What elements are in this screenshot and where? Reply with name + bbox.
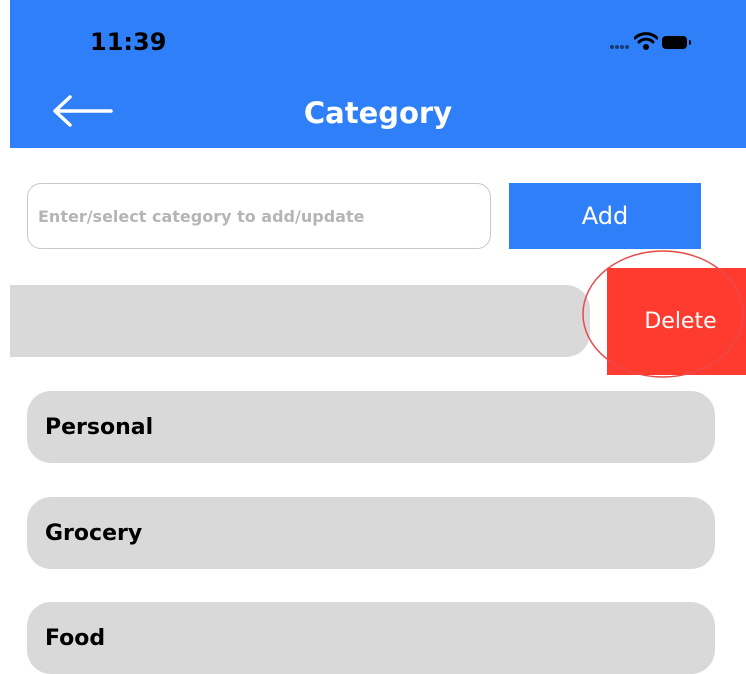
- cellular-signal-icon: [610, 45, 630, 51]
- page-title: Category: [303, 96, 453, 130]
- swiped-list-item[interactable]: [10, 285, 590, 357]
- add-button[interactable]: Add: [509, 183, 701, 249]
- wifi-icon: [634, 32, 658, 50]
- delete-button[interactable]: Delete: [607, 268, 746, 375]
- battery-icon: [662, 36, 691, 49]
- list-item-grocery[interactable]: Grocery: [27, 497, 715, 569]
- app-bar: 11:39 Category: [10, 0, 746, 148]
- status-time: 11:39: [90, 28, 167, 56]
- list-item-personal[interactable]: Personal: [27, 391, 715, 463]
- list-item-food[interactable]: Food: [27, 602, 715, 674]
- category-input[interactable]: [27, 183, 491, 249]
